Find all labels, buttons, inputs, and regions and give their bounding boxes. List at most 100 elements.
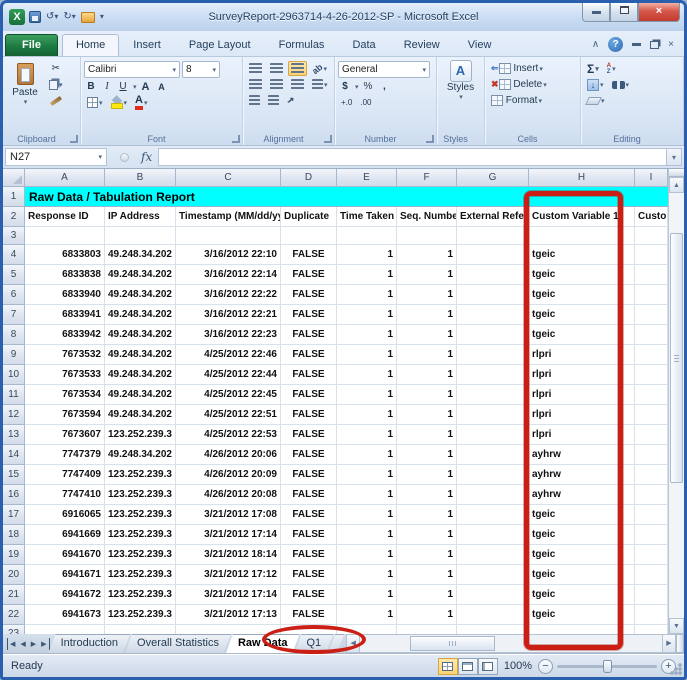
alignment-dialog-launcher-icon[interactable] xyxy=(324,135,332,143)
row-header[interactable]: 2 xyxy=(3,207,25,227)
cell[interactable] xyxy=(457,385,529,405)
delete-cells-button[interactable]: ✖ Delete▾ xyxy=(488,77,550,92)
cell[interactable] xyxy=(25,625,105,634)
row-header[interactable]: 20 xyxy=(3,565,25,585)
cell[interactable]: 1 xyxy=(397,265,457,285)
ribbon-tab-home[interactable]: Home xyxy=(62,34,119,56)
cell[interactable]: 1 xyxy=(337,585,397,605)
cell[interactable]: 1 xyxy=(337,505,397,525)
ribbon-tab-data[interactable]: Data xyxy=(338,34,389,56)
column-header-F[interactable]: F xyxy=(397,169,457,187)
format-painter-button[interactable] xyxy=(46,93,66,108)
cell[interactable]: 123.252.239.3 xyxy=(105,565,176,585)
increase-indent-button[interactable] xyxy=(265,93,282,108)
cell[interactable]: 7747379 xyxy=(25,445,105,465)
column-title-cell[interactable]: Response ID xyxy=(25,207,105,227)
cell[interactable]: 6833942 xyxy=(25,325,105,345)
cell[interactable]: FALSE xyxy=(281,385,337,405)
cell[interactable] xyxy=(457,405,529,425)
cell[interactable] xyxy=(457,465,529,485)
cell[interactable]: 1 xyxy=(337,465,397,485)
cell[interactable]: tgeic xyxy=(529,505,635,525)
next-sheet-icon[interactable]: ▶ xyxy=(29,638,38,650)
number-format-select[interactable]: General▾ xyxy=(338,61,430,78)
vertical-scrollbar[interactable]: ▲ ▼ xyxy=(668,169,684,634)
cell[interactable]: tgeic xyxy=(529,245,635,265)
cell[interactable] xyxy=(635,425,668,445)
cell[interactable]: tgeic xyxy=(529,605,635,625)
cell[interactable]: ayhrw xyxy=(529,445,635,465)
cell[interactable]: rlpri xyxy=(529,345,635,365)
align-middle-button[interactable] xyxy=(267,61,286,76)
help-icon[interactable]: ? xyxy=(608,37,623,52)
cell[interactable] xyxy=(105,625,176,634)
redo-button[interactable]: ↻▾ xyxy=(62,10,76,24)
cell[interactable]: 7747409 xyxy=(25,465,105,485)
ribbon-tab-page-layout[interactable]: Page Layout xyxy=(175,34,265,56)
increase-decimal-button[interactable]: +.0 xyxy=(338,95,355,110)
cell[interactable]: FALSE xyxy=(281,505,337,525)
ribbon-tab-insert[interactable]: Insert xyxy=(119,34,175,56)
cell[interactable] xyxy=(635,545,668,565)
column-title-cell[interactable]: Custom Variable 2 xyxy=(635,207,668,227)
sheet-title-cell[interactable]: Raw Data / Tabulation Report xyxy=(25,187,668,207)
cell[interactable]: 4/26/2012 20:08 xyxy=(176,485,281,505)
zoom-thumb[interactable] xyxy=(603,660,612,673)
cell[interactable] xyxy=(337,625,397,634)
cell[interactable]: 49.248.34.202 xyxy=(105,405,176,425)
decrease-decimal-button[interactable]: .00 xyxy=(357,95,374,110)
cell[interactable] xyxy=(457,605,529,625)
cell[interactable] xyxy=(635,505,668,525)
shrink-font-button[interactable]: A xyxy=(155,79,169,94)
cell[interactable] xyxy=(635,465,668,485)
cell[interactable]: tgeic xyxy=(529,325,635,345)
cell[interactable] xyxy=(337,227,397,245)
cell[interactable]: tgeic xyxy=(529,565,635,585)
cell[interactable]: 1 xyxy=(397,365,457,385)
row-header[interactable]: 3 xyxy=(3,227,25,245)
fill-color-button[interactable]: ▾ xyxy=(108,95,131,110)
excel-logo-icon[interactable]: X xyxy=(9,9,25,25)
restore-button[interactable] xyxy=(610,3,638,22)
cell[interactable] xyxy=(457,505,529,525)
underline-dropdown-icon[interactable]: ▾ xyxy=(133,83,137,91)
cell[interactable]: 1 xyxy=(337,325,397,345)
format-cells-button[interactable]: Format▾ xyxy=(488,93,545,108)
cell[interactable]: 1 xyxy=(397,465,457,485)
cell[interactable]: FALSE xyxy=(281,445,337,465)
cell[interactable]: 6916065 xyxy=(25,505,105,525)
cell[interactable]: rlpri xyxy=(529,385,635,405)
row-header[interactable]: 23 xyxy=(3,625,25,634)
cell[interactable]: 4/25/2012 22:44 xyxy=(176,365,281,385)
cell[interactable]: 7673534 xyxy=(25,385,105,405)
cell[interactable]: 3/21/2012 17:14 xyxy=(176,585,281,605)
column-title-cell[interactable]: External Referrer xyxy=(457,207,529,227)
cell[interactable]: rlpri xyxy=(529,405,635,425)
cell[interactable]: ayhrw xyxy=(529,485,635,505)
cell[interactable] xyxy=(635,245,668,265)
cell[interactable]: tgeic xyxy=(529,585,635,605)
qat-customize-button[interactable]: ▾ xyxy=(99,10,105,24)
cell[interactable]: 4/26/2012 20:06 xyxy=(176,445,281,465)
italic-button[interactable]: I xyxy=(100,79,114,94)
wrap-text-button[interactable]: ⇝ xyxy=(284,93,298,108)
horizontal-scroll-track[interactable] xyxy=(360,634,662,653)
cell[interactable]: 49.248.34.202 xyxy=(105,365,176,385)
cell[interactable]: 7673532 xyxy=(25,345,105,365)
enter-cancel-icon[interactable] xyxy=(120,153,129,162)
cell[interactable]: FALSE xyxy=(281,285,337,305)
cell[interactable]: 1 xyxy=(397,285,457,305)
cell[interactable]: 4/25/2012 22:53 xyxy=(176,425,281,445)
percent-button[interactable]: % xyxy=(361,79,376,94)
currency-dropdown-icon[interactable]: ▾ xyxy=(355,83,359,91)
cell[interactable] xyxy=(635,605,668,625)
cell[interactable] xyxy=(457,485,529,505)
merge-center-button[interactable]: ▾ xyxy=(309,77,331,92)
row-header[interactable]: 14 xyxy=(3,445,25,465)
horizontal-scroll-thumb[interactable] xyxy=(410,636,495,651)
copy-button[interactable]: ▾ xyxy=(46,77,66,92)
column-title-cell[interactable]: Seq. Number xyxy=(397,207,457,227)
align-left-button[interactable] xyxy=(246,77,265,92)
horizontal-scrollbar[interactable]: ◀ ▶ xyxy=(346,634,684,653)
collapse-ribbon-icon[interactable]: ∧ xyxy=(592,39,599,50)
